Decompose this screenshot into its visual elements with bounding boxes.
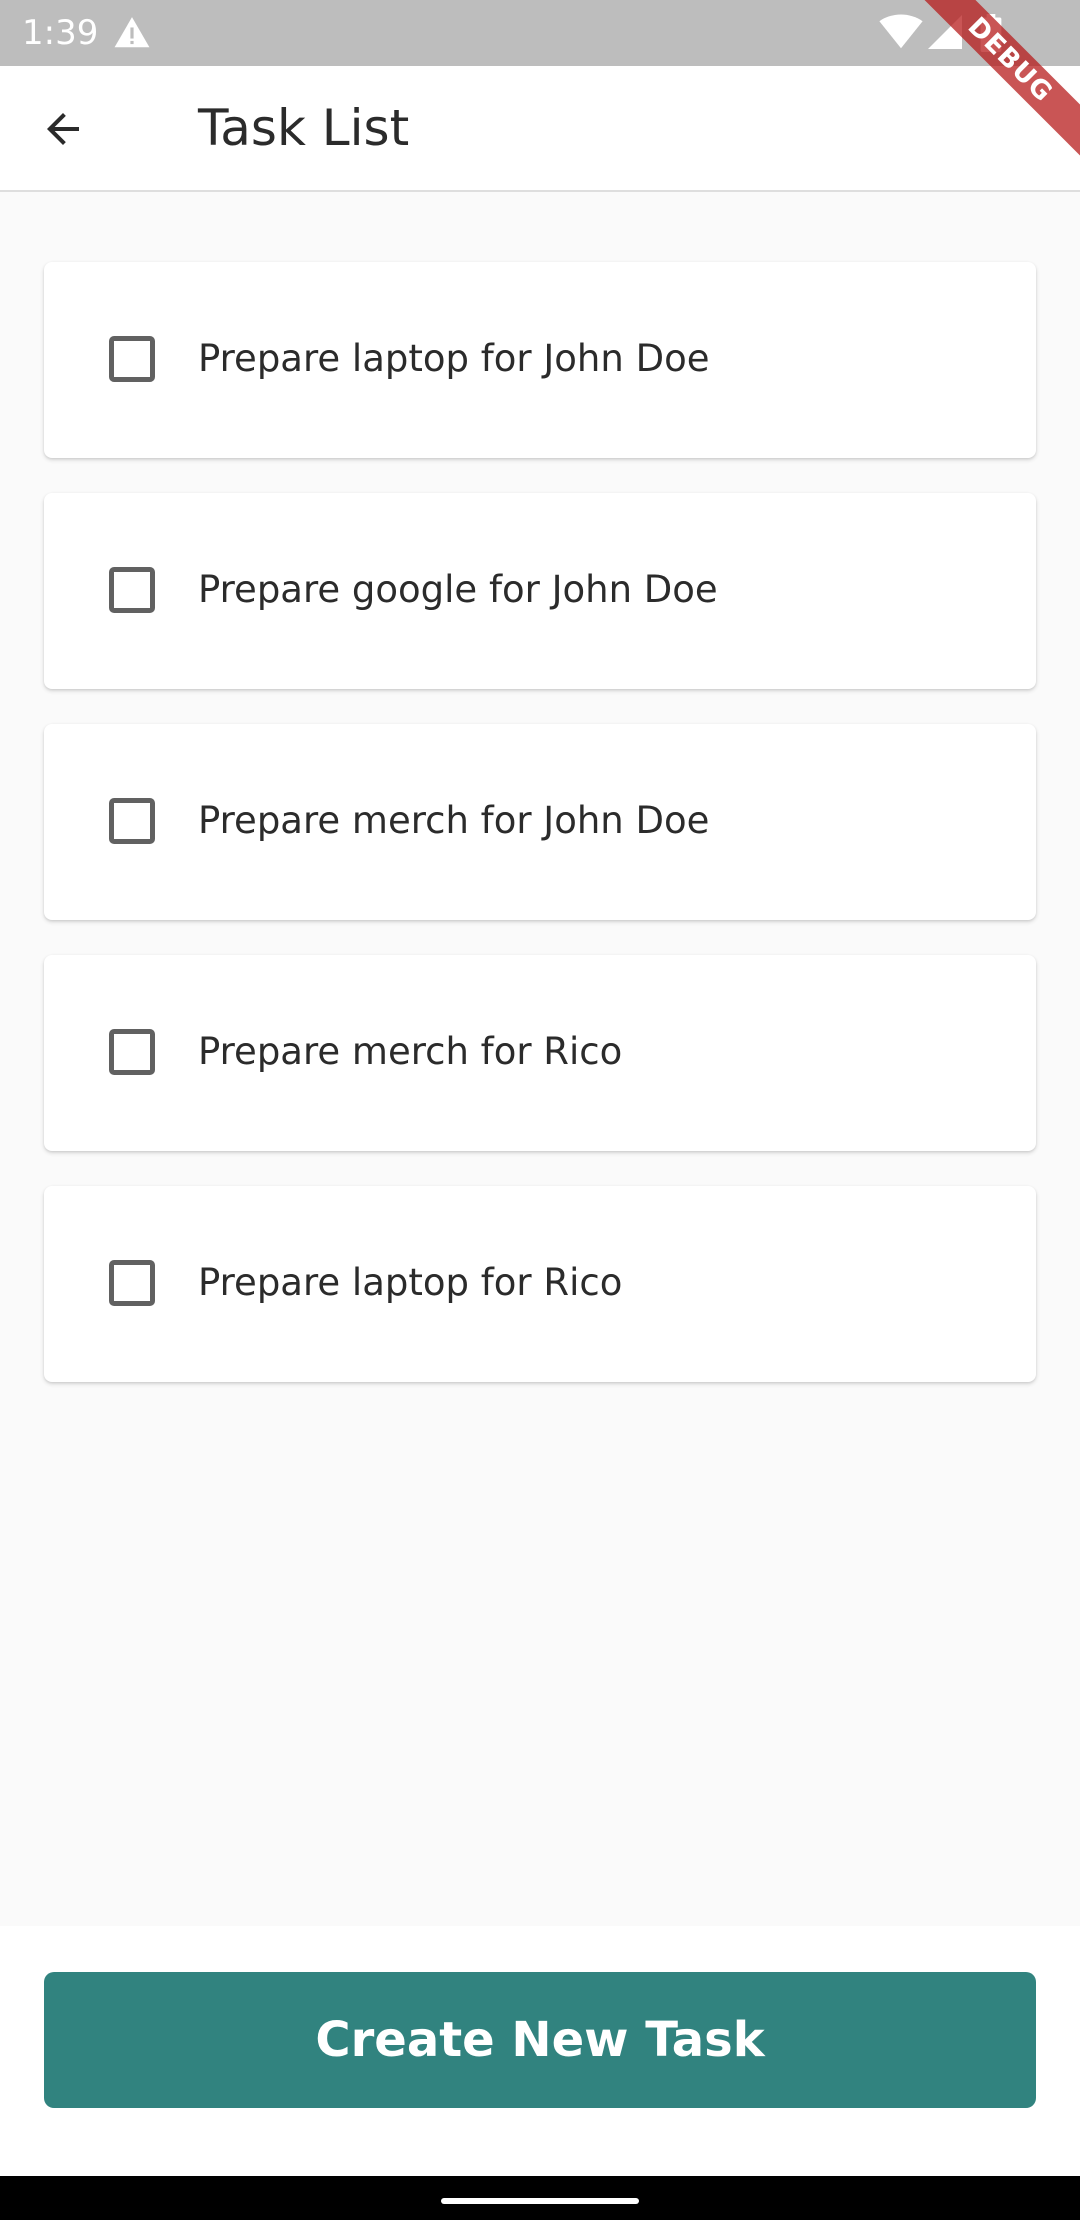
task-label: Prepare google for John Doe [198, 568, 718, 611]
wifi-icon [879, 14, 923, 49]
system-nav-bar [0, 2176, 1080, 2220]
create-new-task-button[interactable]: Create New Task [44, 1972, 1036, 2108]
task-card: Prepare google for John Doe [44, 493, 1036, 689]
task-card: Prepare laptop for John Doe [44, 262, 1036, 458]
status-bar: 1:39 [0, 0, 1080, 66]
battery-icon [980, 14, 1002, 52]
task-checkbox[interactable] [109, 798, 155, 844]
task-label: Prepare merch for John Doe [198, 799, 710, 842]
task-checkbox[interactable] [109, 567, 155, 613]
bottom-panel: Create New Task [0, 1926, 1080, 2176]
task-label: Prepare merch for Rico [198, 1030, 623, 1073]
home-gesture-handle[interactable] [441, 2198, 639, 2204]
app-bar: Task List [0, 66, 1080, 192]
task-checkbox[interactable] [109, 336, 155, 382]
task-card: Prepare merch for Rico [44, 955, 1036, 1151]
task-checkbox[interactable] [109, 1029, 155, 1075]
arrow-back-icon [47, 113, 79, 145]
task-card: Prepare merch for John Doe [44, 724, 1036, 920]
warning-icon [114, 17, 150, 48]
status-time: 1:39 [22, 13, 99, 53]
task-card: Prepare laptop for Rico [44, 1186, 1036, 1382]
task-label: Prepare laptop for John Doe [198, 337, 710, 380]
page-title: Task List [198, 99, 410, 157]
back-button[interactable] [30, 96, 96, 162]
task-list: Prepare laptop for John Doe Prepare goog… [44, 262, 1036, 1417]
task-label: Prepare laptop for Rico [198, 1261, 623, 1304]
signal-icon [928, 15, 962, 49]
task-checkbox[interactable] [109, 1260, 155, 1306]
